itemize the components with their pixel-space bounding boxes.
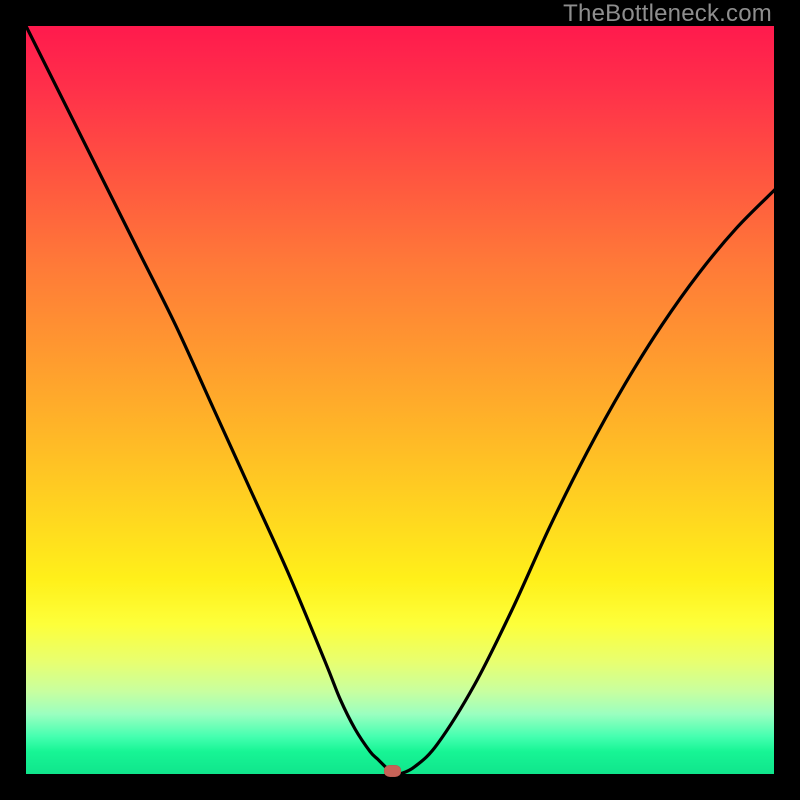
chart-plot-area [26, 26, 774, 774]
bottleneck-curve [26, 26, 774, 774]
chart-frame: TheBottleneck.com [0, 0, 800, 800]
minimum-marker [384, 765, 401, 777]
watermark-text: TheBottleneck.com [563, 0, 772, 28]
